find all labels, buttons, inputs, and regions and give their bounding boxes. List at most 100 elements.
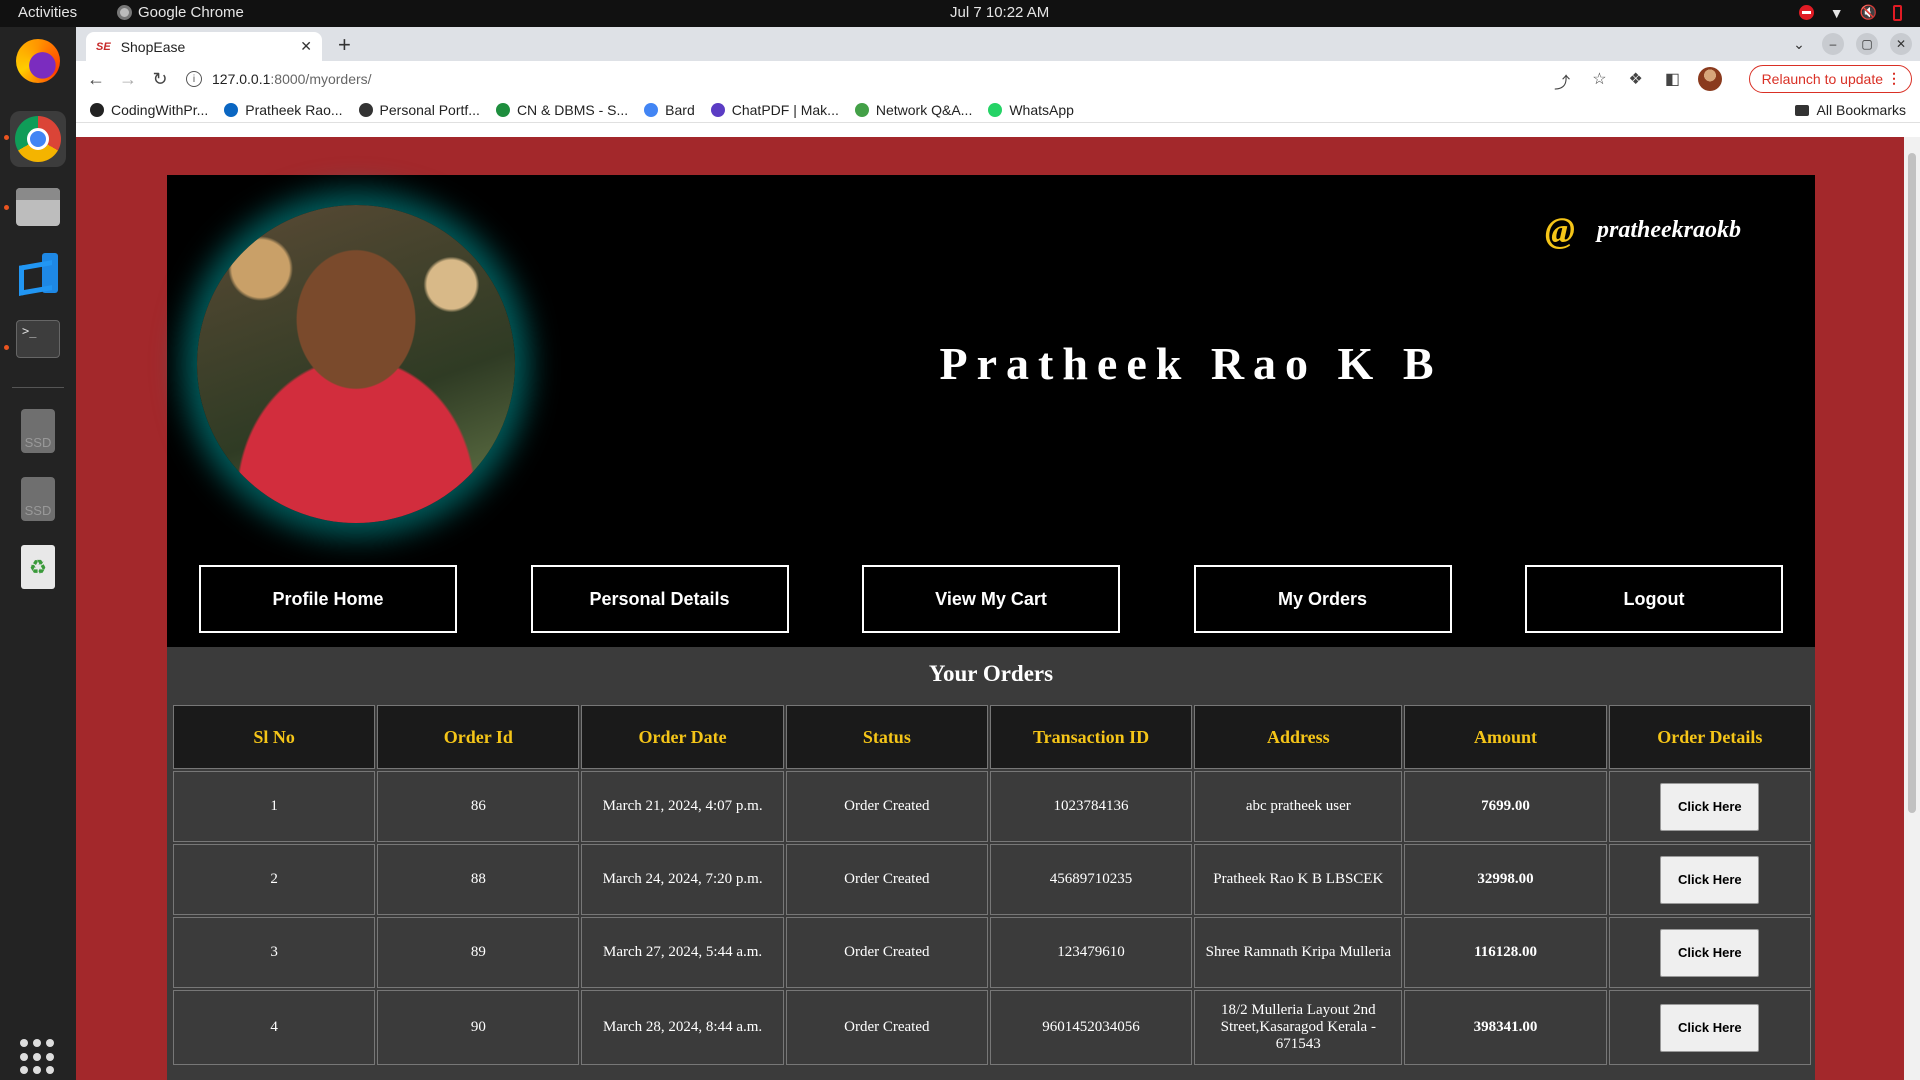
scrollbar-thumb[interactable] bbox=[1908, 153, 1916, 813]
dock-vscode[interactable] bbox=[10, 245, 66, 301]
chrome-icon bbox=[15, 116, 61, 162]
order-details-cell: Click Here bbox=[1608, 990, 1811, 1065]
dock-terminal[interactable]: >_ bbox=[10, 311, 66, 367]
close-window-button[interactable]: ✕ bbox=[1890, 33, 1912, 55]
column-header: Order Details bbox=[1608, 705, 1811, 769]
shopease-favicon: SE bbox=[96, 40, 111, 53]
column-header: Order Id bbox=[377, 705, 580, 769]
bookmark-item[interactable]: Personal Portf... bbox=[358, 102, 480, 118]
order-details-button[interactable]: Click Here bbox=[1660, 1003, 1760, 1052]
transaction-id-cell: 45689710235 bbox=[989, 844, 1193, 915]
status-cell: Order Created bbox=[785, 844, 988, 915]
globe-icon bbox=[358, 102, 373, 117]
browser-toolbar: ← → ↻ i 127.0.0.1 :8000/myorders/ ⤴ ☆ ❖ … bbox=[76, 61, 1920, 97]
dock: >_ SSD SSD ♻ bbox=[0, 27, 76, 1080]
relaunch-button[interactable]: Relaunch to update ⋮ bbox=[1748, 65, 1912, 93]
bookmark-item[interactable]: Pratheek Rao... bbox=[224, 101, 343, 118]
side-panel-icon[interactable]: ◧ bbox=[1665, 69, 1680, 93]
back-button[interactable]: ← bbox=[80, 69, 112, 90]
battery-icon bbox=[1893, 4, 1902, 21]
dock-ssd-1[interactable]: SSD bbox=[10, 403, 66, 459]
bookmark-item[interactable]: Bard bbox=[644, 102, 695, 118]
app-menu[interactable]: Google Chrome bbox=[117, 4, 244, 21]
tab-shopease[interactable]: SE ShopEase ✕ bbox=[86, 32, 322, 61]
dock-firefox[interactable] bbox=[10, 33, 66, 89]
all-bookmarks-button[interactable]: All Bookmarks bbox=[1794, 102, 1906, 118]
chevron-down-icon[interactable]: ⌄ bbox=[1788, 33, 1810, 55]
new-tab-button[interactable]: + bbox=[338, 32, 351, 58]
drive-icon: SSD bbox=[21, 409, 55, 453]
transaction-id-cell: 9601452034056 bbox=[989, 990, 1193, 1065]
column-header: Sl No bbox=[173, 705, 376, 769]
order-details-cell: Click Here bbox=[1608, 844, 1811, 915]
url-path: :8000/myorders/ bbox=[270, 71, 372, 87]
minimize-button[interactable]: – bbox=[1822, 33, 1844, 55]
chatpdf-icon bbox=[710, 102, 725, 117]
view-cart-button[interactable]: View My Cart bbox=[862, 565, 1120, 633]
table-row: 3 89 March 27, 2024, 5:44 a.m. Order Cre… bbox=[173, 917, 1811, 988]
amount-cell: 398341.00 bbox=[1404, 990, 1607, 1065]
orders-table: Sl No Order Id Order Date Status Transac… bbox=[171, 703, 1813, 1067]
profile-photo bbox=[197, 205, 515, 523]
my-orders-button[interactable]: My Orders bbox=[1193, 565, 1452, 633]
tab-strip: SE ShopEase ✕ + ⌄ – ▢ ✕ bbox=[76, 27, 1920, 61]
site-info-icon[interactable]: i bbox=[186, 71, 202, 87]
bookmark-item[interactable]: WhatsApp bbox=[988, 102, 1074, 118]
personal-details-button[interactable]: Personal Details bbox=[530, 565, 789, 633]
bookmark-item[interactable]: CN & DBMS - S... bbox=[495, 102, 628, 118]
firefox-icon bbox=[16, 39, 60, 83]
status-cell: Order Created bbox=[785, 917, 988, 988]
linkedin-icon bbox=[224, 102, 239, 117]
bookmarks-bar: CodingWithPr... Pratheek Rao... Personal P… bbox=[76, 97, 1920, 123]
bookmark-item[interactable]: Network Q&A... bbox=[854, 101, 973, 118]
extensions-icon[interactable]: ❖ bbox=[1629, 69, 1643, 93]
trash-icon: ♻ bbox=[21, 545, 55, 589]
close-icon[interactable]: ✕ bbox=[300, 38, 312, 55]
address-bar[interactable]: i 127.0.0.1 :8000/myorders/ bbox=[186, 65, 1546, 93]
system-tray[interactable]: ▼ 🔇 bbox=[1798, 4, 1902, 21]
vertical-scrollbar[interactable] bbox=[1904, 137, 1920, 1080]
running-indicator bbox=[4, 135, 9, 140]
order-details-button[interactable]: Click Here bbox=[1660, 855, 1760, 904]
order-id-cell: 88 bbox=[377, 844, 580, 915]
files-icon bbox=[16, 188, 60, 226]
bookmark-label: Pratheek Rao... bbox=[245, 101, 343, 118]
bookmark-item[interactable]: CodingWithPr... bbox=[90, 102, 208, 118]
bookmark-label: WhatsApp bbox=[1009, 101, 1074, 118]
dock-separator bbox=[12, 387, 64, 388]
order-date-cell: March 27, 2024, 5:44 a.m. bbox=[581, 917, 784, 988]
address-cell: Shree Ramnath Kripa Mulleria bbox=[1194, 917, 1403, 988]
amount-cell: 116128.00 bbox=[1404, 917, 1607, 988]
profile-avatar[interactable] bbox=[1698, 67, 1722, 91]
transaction-id-cell: 1023784136 bbox=[989, 771, 1193, 842]
all-bookmarks-label: All Bookmarks bbox=[1816, 102, 1906, 118]
bookmark-label: Network Q&A... bbox=[875, 101, 973, 118]
system-top-bar: Activities Google Chrome Jul 7 10:22 AM … bbox=[0, 0, 1920, 27]
system-clock[interactable]: Jul 7 10:22 AM bbox=[950, 4, 1049, 21]
transaction-id-cell: 123479610 bbox=[989, 917, 1193, 988]
bookmark-item[interactable]: ChatPDF | Mak... bbox=[710, 102, 839, 118]
bookmark-label: Bard bbox=[665, 101, 695, 118]
order-details-button[interactable]: Click Here bbox=[1660, 782, 1760, 831]
app-name: Google Chrome bbox=[138, 4, 244, 21]
do-not-disturb-icon bbox=[1798, 5, 1814, 20]
forward-button[interactable]: → bbox=[112, 69, 144, 90]
activities-button[interactable]: Activities bbox=[18, 4, 77, 21]
dock-ssd-2[interactable]: SSD bbox=[10, 471, 66, 527]
amount-cell: 32998.00 bbox=[1404, 844, 1607, 915]
username-text: pratheekraokb bbox=[1597, 216, 1741, 243]
address-cell: 18/2 Mulleria Layout 2nd Street,Kasarago… bbox=[1194, 990, 1403, 1065]
tab-title: ShopEase bbox=[120, 38, 186, 55]
url-host: 127.0.0.1 bbox=[212, 71, 271, 87]
show-apps-icon[interactable] bbox=[20, 1039, 56, 1075]
order-details-button[interactable]: Click Here bbox=[1660, 928, 1760, 977]
maximize-button[interactable]: ▢ bbox=[1856, 33, 1878, 55]
share-icon[interactable]: ⤴ bbox=[1554, 69, 1570, 93]
star-icon[interactable]: ☆ bbox=[1592, 69, 1606, 93]
profile-home-button[interactable]: Profile Home bbox=[199, 565, 457, 633]
reload-button[interactable]: ↻ bbox=[144, 69, 176, 90]
dock-trash[interactable]: ♻ bbox=[10, 539, 66, 595]
dock-files[interactable] bbox=[10, 179, 66, 235]
dock-chrome[interactable] bbox=[10, 111, 66, 167]
logout-button[interactable]: Logout bbox=[1525, 565, 1783, 633]
